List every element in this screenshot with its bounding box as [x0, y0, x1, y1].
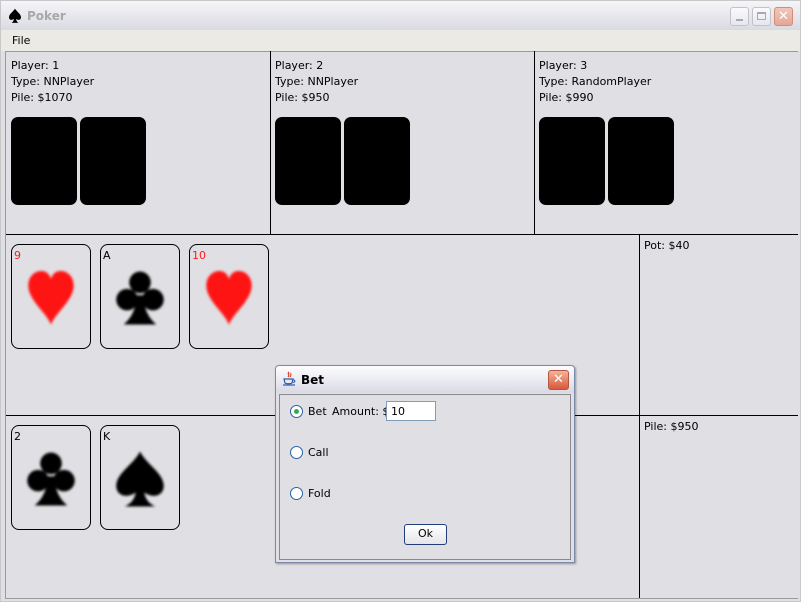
radio-selected-dot: [294, 409, 299, 414]
hand-card-1: 2: [11, 425, 91, 530]
bet-dialog-body: Bet Amount: $ 10 Call Fold Ok: [279, 394, 571, 560]
card-back: [608, 117, 674, 205]
community-card-2: A: [100, 244, 180, 349]
community-card-1: 9: [11, 244, 91, 349]
player-number: Player: 1: [11, 59, 60, 72]
dialog-close-button[interactable]: ✕: [548, 370, 569, 390]
my-pile-label: Pile: $950: [644, 420, 699, 433]
card-rank: A: [103, 249, 111, 262]
divider: [5, 598, 798, 599]
bet-dialog: Bet ✕ Bet Amount: $ 10 Call Fold Ok: [275, 365, 575, 563]
divider: [534, 51, 535, 234]
title-bar[interactable]: Poker ✕: [1, 1, 800, 30]
player-1-info: Player: 1 Type: NNPlayer Pile: $1070: [11, 58, 94, 106]
spade-icon: [116, 451, 164, 507]
player-type: Type: NNPlayer: [11, 75, 95, 88]
window-title: Poker: [27, 9, 66, 23]
menu-file[interactable]: File: [12, 34, 30, 47]
divider: [5, 51, 6, 599]
club-icon: [116, 271, 164, 325]
player-3-info: Player: 3 Type: RandomPlayer Pile: $990: [539, 58, 651, 106]
fold-radio[interactable]: [290, 487, 303, 500]
club-icon: [27, 452, 75, 506]
minimize-icon: [736, 19, 743, 21]
maximize-icon: [757, 12, 766, 20]
bet-radio-label[interactable]: Bet: [308, 405, 327, 418]
amount-label: Amount: $: [332, 405, 390, 418]
divider: [5, 234, 798, 235]
ok-button[interactable]: Ok: [404, 524, 447, 545]
close-icon: ✕: [553, 372, 564, 387]
bet-dialog-title-bar[interactable]: Bet ✕: [276, 366, 574, 393]
player-number: Player: 2: [275, 59, 324, 72]
player-pile: Pile: $950: [275, 91, 330, 104]
bet-dialog-title: Bet: [301, 373, 325, 387]
card-back: [80, 117, 146, 205]
card-back: [275, 117, 341, 205]
card-back: [539, 117, 605, 205]
card-back: [11, 117, 77, 205]
java-cup-icon: [283, 371, 296, 386]
amount-input[interactable]: 10: [386, 401, 436, 421]
player-type: Type: NNPlayer: [275, 75, 359, 88]
heart-icon: [206, 271, 252, 325]
community-card-3: 10: [189, 244, 269, 349]
fold-radio-label[interactable]: Fold: [308, 487, 331, 500]
player-2-info: Player: 2 Type: NNPlayer Pile: $950: [275, 58, 358, 106]
hand-card-2: K: [100, 425, 180, 530]
player-pile: Pile: $990: [539, 91, 594, 104]
poker-window: Poker ✕ File Player: 1 Type: NNPlayer Pi…: [0, 0, 801, 602]
minimize-button[interactable]: [730, 7, 749, 26]
divider: [639, 234, 640, 598]
menu-bar: File: [1, 30, 800, 51]
call-radio[interactable]: [290, 446, 303, 459]
divider: [5, 51, 798, 52]
bet-radio[interactable]: [290, 405, 303, 418]
spade-icon: [9, 8, 21, 23]
card-rank: 2: [14, 430, 21, 443]
close-button[interactable]: ✕: [774, 7, 793, 26]
card-back: [344, 117, 410, 205]
player-pile: Pile: $1070: [11, 91, 73, 104]
pot-label: Pot: $40: [644, 239, 690, 252]
player-type: Type: RandomPlayer: [539, 75, 652, 88]
maximize-button[interactable]: [752, 7, 771, 26]
card-rank: 9: [14, 249, 21, 262]
call-radio-label[interactable]: Call: [308, 446, 329, 459]
divider: [270, 51, 271, 234]
close-icon: ✕: [778, 9, 789, 24]
heart-icon: [28, 271, 74, 325]
card-rank: 10: [192, 249, 206, 262]
player-number: Player: 3: [539, 59, 588, 72]
card-rank: K: [103, 430, 111, 443]
